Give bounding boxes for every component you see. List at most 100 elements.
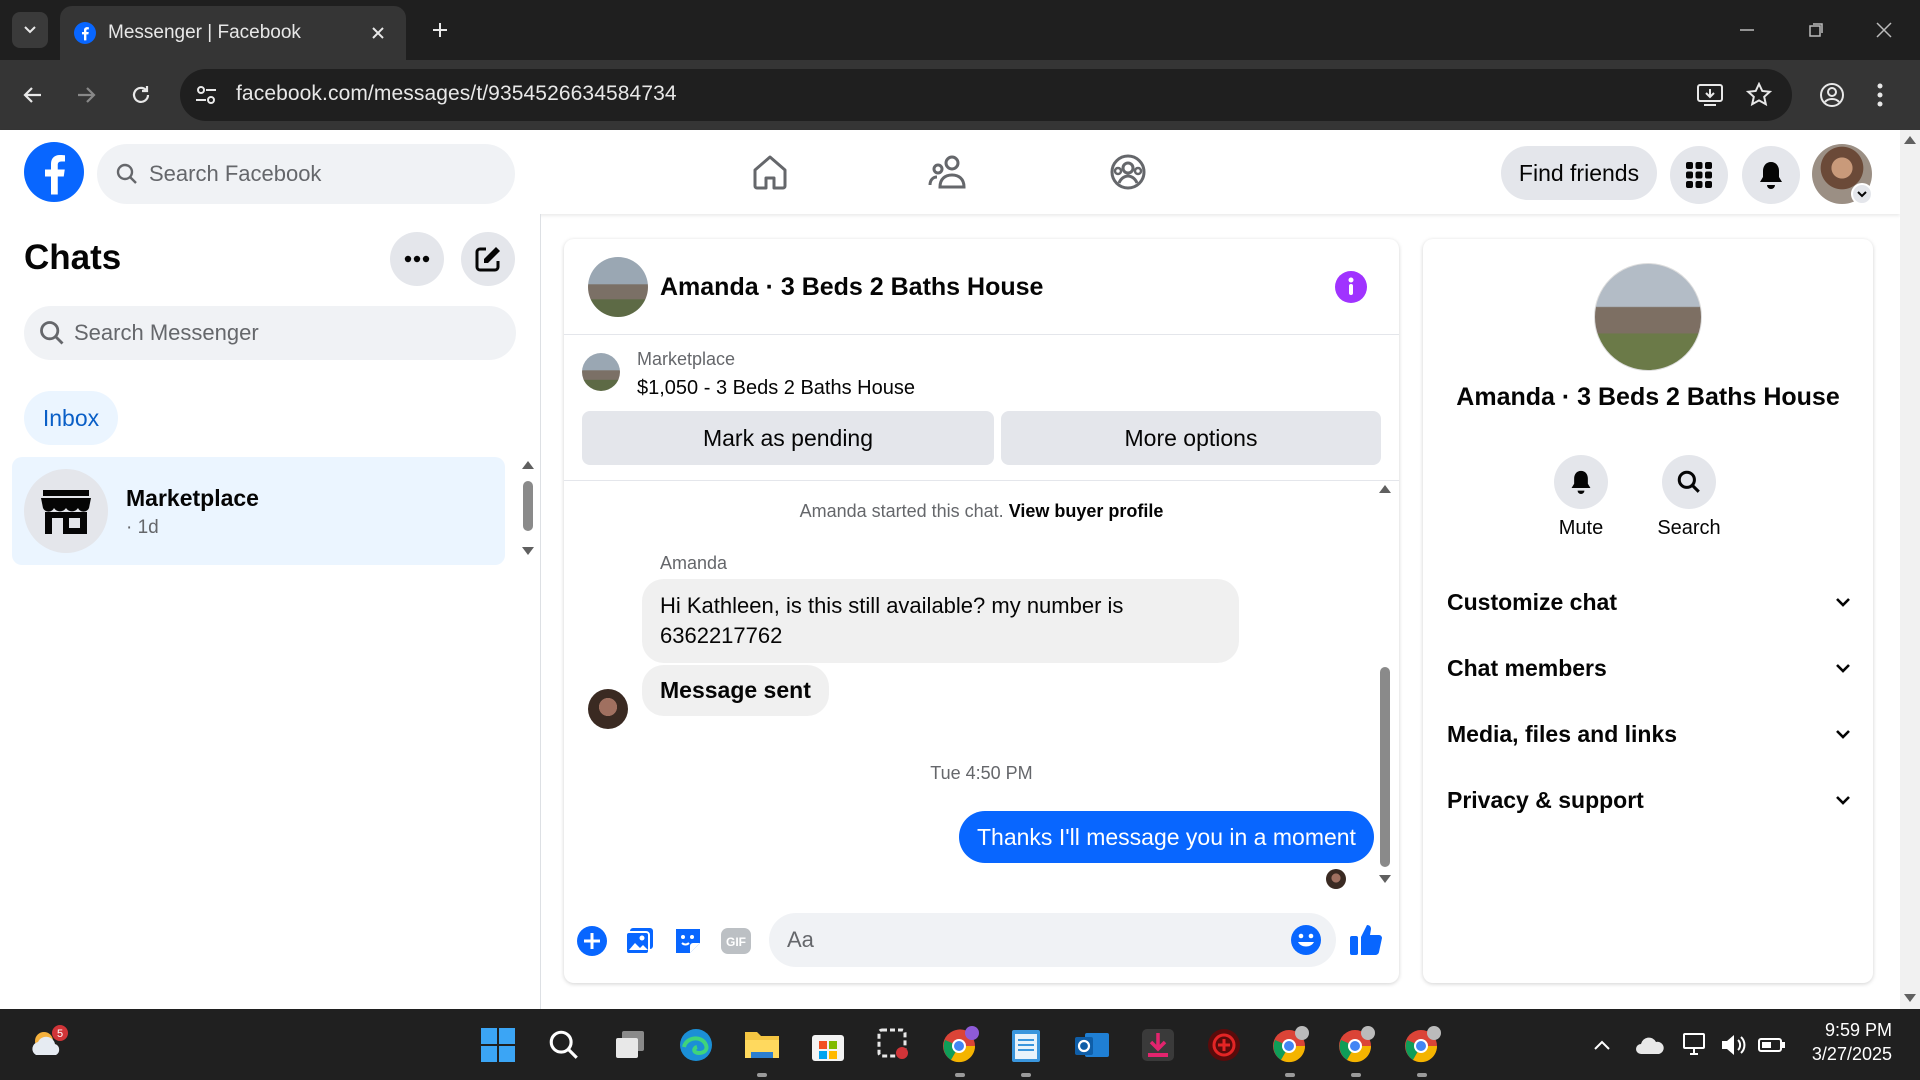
new-tab-button[interactable] <box>424 14 456 46</box>
messenger-search-box[interactable] <box>24 306 516 360</box>
compose-icon <box>475 247 500 272</box>
section-label: Media, files and links <box>1447 720 1678 747</box>
chats-panel: Chats Inbox Marketplace · 1d <box>0 214 541 1009</box>
sticker-icon <box>676 929 700 953</box>
conversation-header: Amanda · 3 Beds 2 Baths House <box>564 239 1399 335</box>
taskbar-clock-time[interactable]: 9:59 PM <box>1822 1020 1892 1041</box>
chrome-icon[interactable] <box>1268 1023 1312 1067</box>
url-text: facebook.com/messages/t/9354526634584734 <box>236 82 677 105</box>
install-app-icon[interactable] <box>1696 82 1724 108</box>
taskbar-search-icon[interactable] <box>542 1023 586 1067</box>
chevron-down-icon <box>1836 598 1850 607</box>
gif-button[interactable]: GIF <box>718 923 754 959</box>
view-buyer-profile-link[interactable]: View buyer profile <box>1009 501 1164 521</box>
chat-started-text: Amanda started this chat. <box>799 501 1004 521</box>
notifications-button[interactable] <box>1742 146 1800 204</box>
microsoft-store-icon[interactable] <box>806 1023 850 1067</box>
info-avatar[interactable] <box>1594 263 1702 371</box>
message-composer[interactable] <box>769 913 1336 967</box>
photo-icon <box>625 928 653 955</box>
reload-button[interactable] <box>123 77 159 113</box>
listing-price-title[interactable]: $1,050 - 3 Beds 2 Baths House <box>637 377 915 400</box>
snipping-tool-icon[interactable] <box>872 1023 916 1067</box>
more-options-button[interactable]: More options <box>1001 411 1381 465</box>
section-privacy-support[interactable]: Privacy & support <box>1447 775 1853 825</box>
messenger-search-input[interactable] <box>74 320 516 346</box>
task-view-icon[interactable] <box>608 1023 652 1067</box>
mute-action[interactable]: Mute <box>1536 455 1626 540</box>
facebook-logo-icon[interactable] <box>24 142 84 202</box>
nav-groups-button[interactable] <box>1106 150 1150 194</box>
chat-list-item[interactable]: Marketplace · 1d <box>12 457 505 565</box>
chevron-down-icon <box>1836 664 1850 673</box>
facebook-search-input[interactable] <box>149 161 515 187</box>
emoji-button[interactable] <box>1289 923 1323 957</box>
browser-tab[interactable]: Messenger | Facebook <box>60 6 406 60</box>
chats-options-button[interactable] <box>390 232 444 286</box>
start-button[interactable] <box>476 1023 520 1067</box>
bookmark-star-icon[interactable] <box>1746 82 1772 108</box>
minimize-window-button[interactable] <box>1727 12 1767 48</box>
tray-chevron-up-icon[interactable] <box>1580 1023 1624 1067</box>
new-message-button[interactable] <box>461 232 515 286</box>
antivirus-app-icon[interactable] <box>1202 1023 1246 1067</box>
account-chevron-icon[interactable] <box>1851 183 1873 205</box>
page-scrollbar[interactable] <box>1900 130 1920 1009</box>
taskbar-clock-date[interactable]: 3/27/2025 <box>1804 1044 1892 1065</box>
arrow-left-icon <box>23 87 41 103</box>
section-chat-members[interactable]: Chat members <box>1447 643 1853 693</box>
facebook-search-box[interactable] <box>97 144 515 204</box>
chrome-icon[interactable] <box>1400 1023 1444 1067</box>
chats-title: Chats <box>24 238 122 277</box>
message-bubble-received[interactable]: Hi Kathleen, is this still available? my… <box>642 579 1239 663</box>
close-tab-icon[interactable] <box>364 19 392 47</box>
attach-photo-button[interactable] <box>622 923 658 959</box>
more-actions-button[interactable] <box>574 923 610 959</box>
chrome-profile-icon[interactable] <box>938 1023 982 1067</box>
conversation-scrollbar[interactable] <box>1376 483 1394 887</box>
close-window-button[interactable] <box>1864 12 1904 48</box>
browser-menu-icon[interactable] <box>1876 82 1884 108</box>
site-settings-icon[interactable] <box>193 82 219 108</box>
thumbs-up-icon <box>1350 925 1382 955</box>
conversation-title[interactable]: Amanda · 3 Beds 2 Baths House <box>660 273 1043 302</box>
battery-icon[interactable] <box>1750 1023 1794 1067</box>
downloads-app-icon[interactable] <box>1136 1023 1180 1067</box>
tab-inbox[interactable]: Inbox <box>24 391 118 445</box>
windows-logo-icon <box>481 1028 515 1062</box>
restore-window-button[interactable] <box>1796 12 1836 48</box>
mark-as-pending-button[interactable]: Mark as pending <box>582 411 994 465</box>
conversation-avatar[interactable] <box>588 257 648 317</box>
outlook-icon[interactable] <box>1070 1023 1114 1067</box>
section-customize-chat[interactable]: Customize chat <box>1447 577 1853 627</box>
chat-item-time: · 1d <box>126 517 159 538</box>
nav-home-button[interactable] <box>748 150 792 194</box>
message-input[interactable] <box>787 927 1336 953</box>
section-media-files-links[interactable]: Media, files and links <box>1447 709 1853 759</box>
message-bubble-received[interactable]: Message sent <box>642 665 829 716</box>
tab-title: Messenger | Facebook <box>108 22 301 43</box>
edge-browser-icon[interactable] <box>674 1023 718 1067</box>
file-explorer-icon[interactable] <box>740 1023 784 1067</box>
onedrive-icon[interactable] <box>1628 1023 1672 1067</box>
notepad-icon[interactable] <box>1004 1023 1048 1067</box>
listing-thumbnail[interactable] <box>582 353 620 391</box>
like-button[interactable] <box>1347 919 1387 959</box>
find-friends-button[interactable]: Find friends <box>1501 146 1657 200</box>
back-button[interactable] <box>15 77 51 113</box>
conversation-info-icon[interactable] <box>1335 271 1367 303</box>
sender-avatar[interactable] <box>588 689 628 729</box>
forward-button[interactable] <box>68 77 104 113</box>
nav-friends-button[interactable] <box>926 150 970 194</box>
facebook-favicon-icon <box>74 22 96 44</box>
sticker-button[interactable] <box>670 923 706 959</box>
mute-label: Mute <box>1558 517 1604 539</box>
menu-button[interactable] <box>1670 146 1728 204</box>
weather-widget-icon[interactable]: 5 <box>26 1023 70 1067</box>
chrome-icon[interactable] <box>1334 1023 1378 1067</box>
chats-scrollbar[interactable] <box>520 459 536 559</box>
search-action[interactable]: Search <box>1644 455 1734 540</box>
message-bubble-sent[interactable]: Thanks I'll message you in a moment <box>959 811 1374 863</box>
profile-icon[interactable] <box>1819 82 1845 108</box>
tab-list-button[interactable] <box>12 12 48 48</box>
